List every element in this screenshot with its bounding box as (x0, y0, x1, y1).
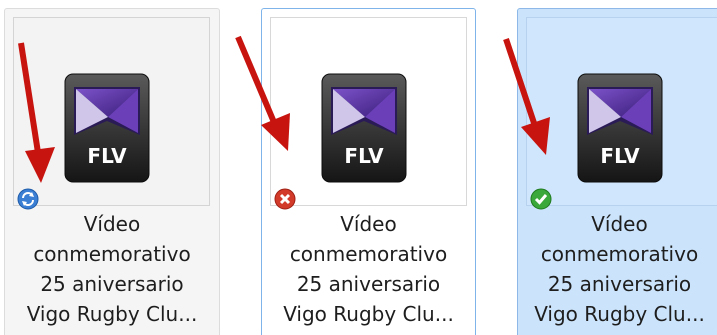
sync-ok-icon (530, 188, 552, 210)
flv-video-icon: FLV (321, 73, 407, 183)
annotation-arrow (235, 35, 290, 151)
file-tile-synced[interactable]: FLV Vídeo conmemorativo 25 aniversario V… (503, 8, 717, 335)
flv-video-icon: FLV (577, 73, 663, 183)
flv-video-icon: FLV (64, 73, 150, 183)
annotation-arrow (18, 42, 55, 183)
sync-pending-icon (17, 188, 39, 210)
annotation-arrow (503, 38, 550, 155)
file-tile-error[interactable]: FLV Vídeo conmemorativo 25 aniversario V… (235, 8, 476, 335)
file-name-label[interactable]: Vídeo conmemorativo 25 aniversario Vigo … (262, 209, 475, 329)
sync-error-icon (274, 188, 296, 210)
file-name-label[interactable]: Vídeo conmemorativo 25 aniversario Vigo … (518, 209, 717, 329)
file-explorer-icon-view: FLV Vídeo conmemorativo 25 aniversario V… (0, 0, 717, 335)
file-name-label[interactable]: Vídeo conmemorativo 25 aniversario Vigo … (5, 209, 219, 329)
file-type-badge: FLV (600, 144, 640, 168)
file-tile-syncing[interactable]: FLV Vídeo conmemorativo 25 aniversario V… (4, 8, 220, 335)
file-type-badge: FLV (87, 144, 127, 168)
file-type-badge: FLV (344, 144, 384, 168)
